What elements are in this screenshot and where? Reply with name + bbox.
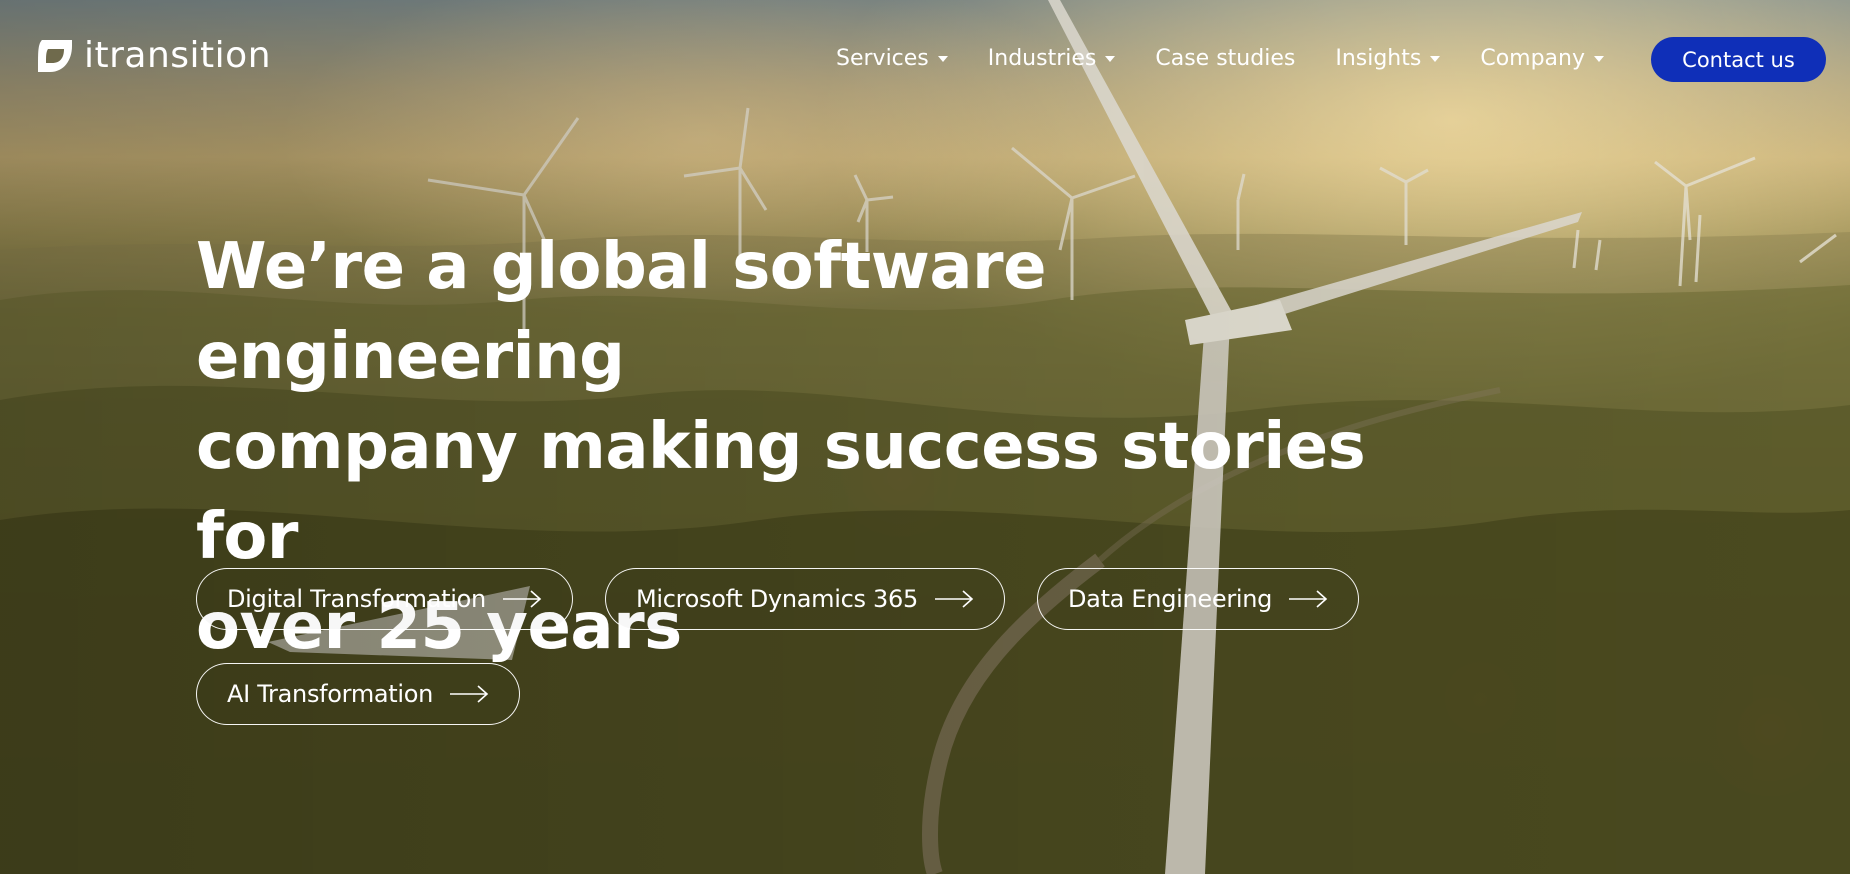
hero-section: itransition Services Industries Case stu…	[0, 0, 1850, 874]
contact-us-button[interactable]: Contact us	[1651, 37, 1826, 82]
nav-item-label: Insights	[1335, 45, 1422, 71]
arrow-right-icon	[450, 685, 489, 703]
pill-label: Microsoft Dynamics 365	[635, 585, 918, 613]
pill-digital-transformation[interactable]: Digital Transformation	[196, 568, 573, 630]
caret-down-icon	[1430, 56, 1441, 62]
pill-ai-transformation[interactable]: AI Transformation	[196, 663, 521, 725]
arrow-right-icon	[934, 590, 974, 608]
arrow-right-icon	[1289, 590, 1328, 608]
caret-down-icon	[1105, 56, 1116, 62]
site-header: itransition Services Industries Case stu…	[0, 0, 1850, 116]
nav-item-label: Services	[836, 45, 929, 71]
headline-line: company making success stories for	[196, 410, 1366, 574]
nav-item-company[interactable]: Company	[1480, 45, 1605, 71]
brand-name: itransition	[84, 35, 272, 76]
logo-icon	[38, 40, 72, 72]
caret-down-icon	[937, 56, 948, 62]
nav-item-case-studies[interactable]: Case studies	[1155, 46, 1295, 71]
nav-item-insights[interactable]: Insights	[1335, 45, 1441, 71]
main-nav: Services Industries Case studies Insight…	[836, 36, 1605, 80]
caret-down-icon	[1594, 56, 1605, 62]
pill-label: Digital Transformation	[227, 585, 486, 613]
pill-label: Data Engineering	[1067, 585, 1273, 613]
nav-item-services[interactable]: Services	[836, 46, 948, 71]
brand-logo[interactable]: itransition	[34, 36, 271, 76]
nav-item-label: Industries	[987, 45, 1097, 71]
nav-item-label: Case studies	[1155, 45, 1296, 71]
nav-item-industries[interactable]: Industries	[988, 46, 1116, 71]
pill-data-engineering[interactable]: Data Engineering	[1036, 568, 1360, 630]
pill-label: AI Transformation	[227, 680, 434, 708]
arrow-right-icon	[502, 590, 542, 608]
service-links: Digital Transformation Microsoft Dynamic…	[196, 568, 1376, 725]
pill-microsoft-dynamics-365[interactable]: Microsoft Dynamics 365	[604, 568, 1005, 630]
headline-line: We’re a global software engineering	[196, 230, 1046, 394]
nav-item-label: Company	[1480, 45, 1586, 71]
